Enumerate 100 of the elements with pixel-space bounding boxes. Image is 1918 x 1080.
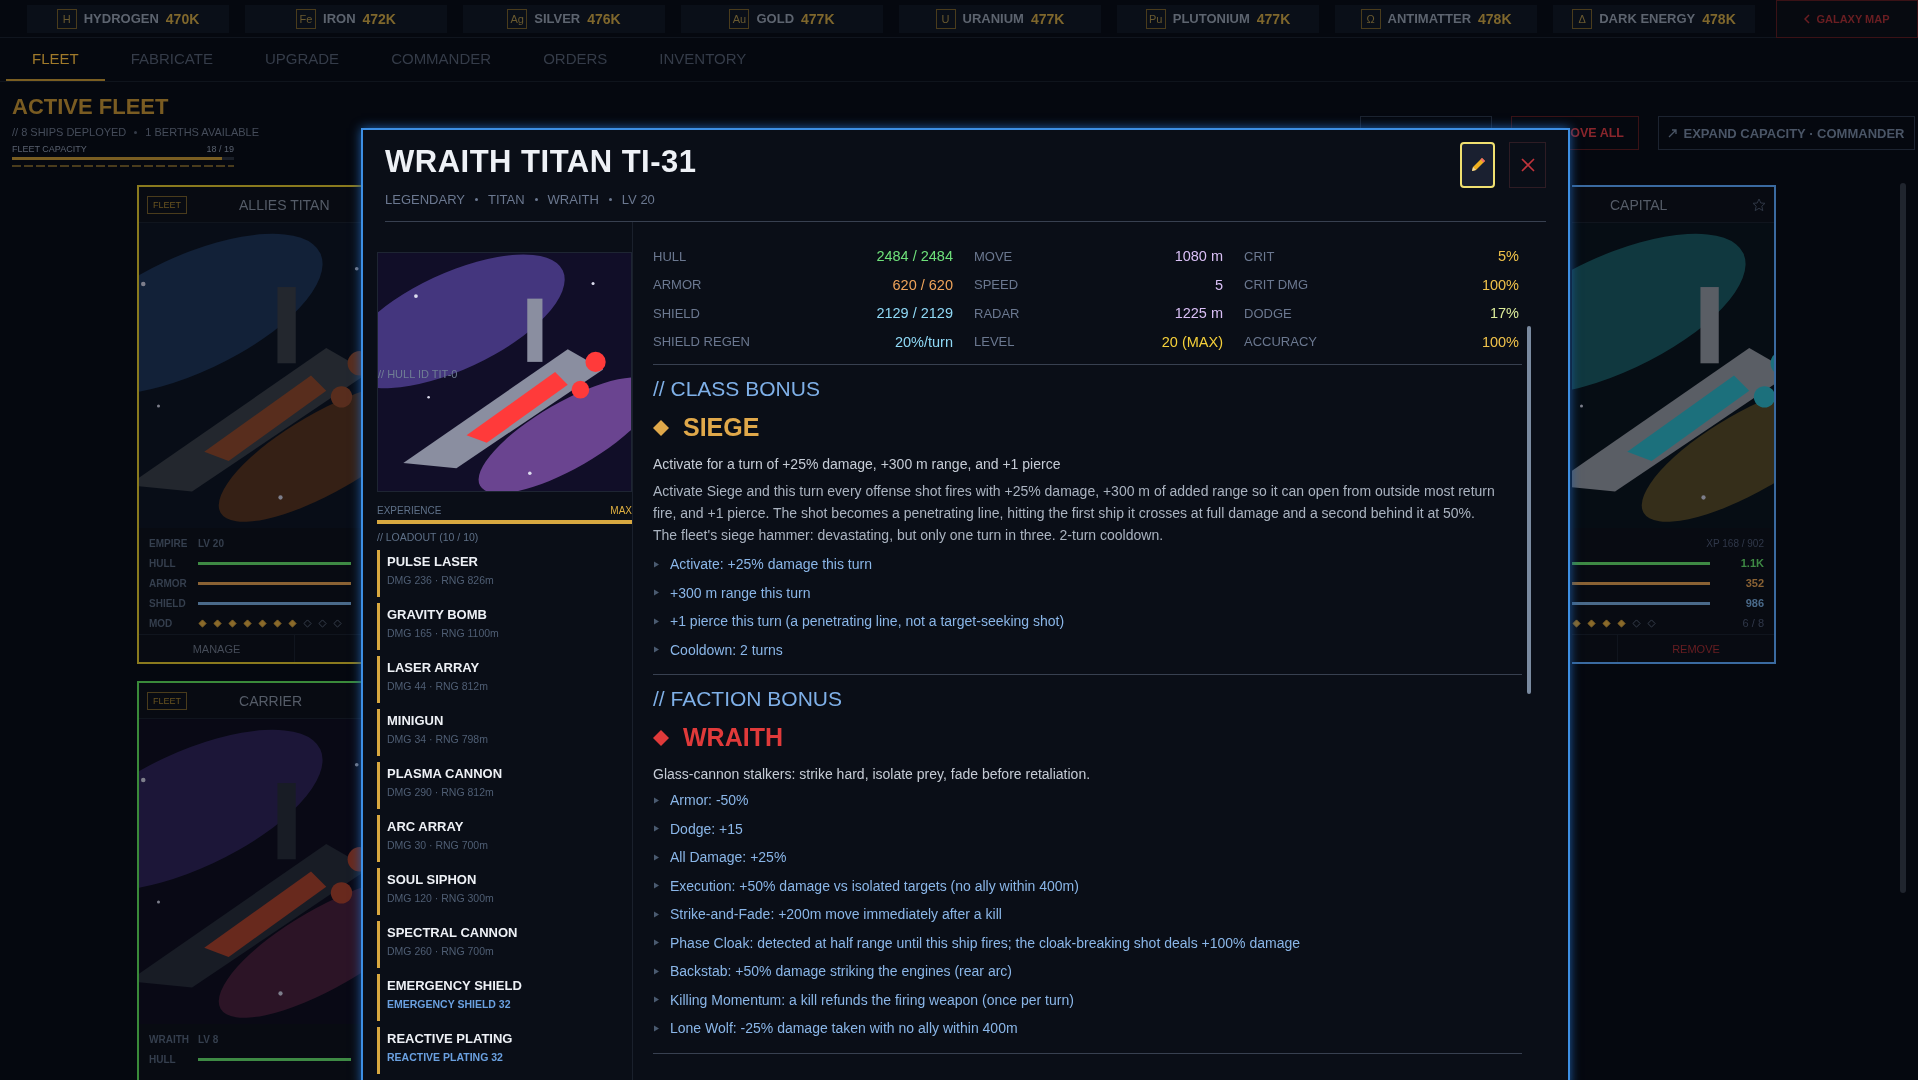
bonus-effect: Cooldown: 2 turns xyxy=(670,641,783,658)
ship-tag: LV 20 xyxy=(621,192,655,207)
stat-label: ARMOR xyxy=(653,277,702,293)
edit-button[interactable] xyxy=(1460,142,1495,188)
loadout-item[interactable]: GRAVITY BOMB DMG 165 · RNG 1100m xyxy=(377,603,632,650)
item-name: REACTIVE PLATING xyxy=(387,1031,514,1046)
loadout-item[interactable]: REACTIVE PLATING REACTIVE PLATING 32 xyxy=(377,1027,632,1074)
stat-value: 100% xyxy=(1481,276,1519,293)
dialog-title: WRAITH TITAN TI-31 xyxy=(385,144,697,180)
loadout-item[interactable]: EMERGENCY SHIELD EMERGENCY SHIELD 32 xyxy=(377,974,632,1021)
bonus-summary: Activate for a turn of +25% damage, +300 m range, and +1 pierce xyxy=(653,456,1062,472)
bullet-icon xyxy=(653,996,660,1004)
loadout-item[interactable]: PULSE LASER DMG 236 · RNG 826m xyxy=(377,550,632,597)
loadout-item[interactable]: LASER ARRAY DMG 44 · RNG 812m xyxy=(377,656,632,703)
bonus-summary: Glass-cannon stalkers: strike hard, isolate prey, fade before retaliation. xyxy=(653,766,1092,782)
stat-label: HULL xyxy=(149,557,177,569)
section-heading: // CLASS BONUS xyxy=(653,377,821,401)
star-icon[interactable] xyxy=(1752,197,1766,212)
loadout-item[interactable]: SPECTRAL CANNON DMG 260 · RNG 700m xyxy=(377,921,632,968)
item-name: PULSE LASER xyxy=(387,554,479,569)
resource-amount: 477K xyxy=(1030,10,1065,27)
close-button[interactable] xyxy=(1509,142,1546,188)
bonus-effect: Phase Cloak: detected at half range until this ship fires; the cloak-breaking shot deals +100% damage xyxy=(670,934,1300,951)
stat-value: 20 (MAX) xyxy=(1161,333,1223,350)
bullet-icon xyxy=(653,967,660,975)
element-symbol: H xyxy=(56,8,77,29)
bonus-effect: +300 m range this turn xyxy=(670,584,811,601)
ship-card[interactable]: FLEET ALLIES TITAN EMPIRE LV 20 HULL ARMOR SHIELD MOD MANAGE xyxy=(137,185,361,664)
item-detail: DMG 30 · RNG 700m xyxy=(387,839,489,851)
bonus-description: Activate Siege and this turn every offense shot fires with +25% damage, +300 m of added range so it can open from outside most return fire, and +1 pierce. The shot becomes a penetrating line, hitting the first ship it crosses at full damage and a second behind it at 50%. The fleet's siege hammer: devastating, but only one turn in three. 2-turn cooldown. xyxy=(653,482,1496,545)
faction-label: EMPIRE xyxy=(149,537,189,549)
bonus-name: WRAITH xyxy=(683,723,783,752)
stat-label: CRIT xyxy=(1244,248,1275,264)
ship-card[interactable]: FLEET CARRIER WRAITH LV 8 HULL xyxy=(137,681,361,1080)
loadout-item[interactable]: SOUL SIPHON DMG 120 · RNG 300m xyxy=(377,868,632,915)
item-detail: DMG 120 · RNG 300m xyxy=(387,892,495,904)
element-symbol: Pu xyxy=(1145,8,1166,29)
item-name: GRAVITY BOMB xyxy=(387,607,488,622)
item-name: MINIGUN xyxy=(387,713,445,728)
fleet-tag: FLEET xyxy=(147,691,187,710)
tab[interactable]: FLEET xyxy=(6,38,105,81)
scrollbar[interactable] xyxy=(1900,183,1906,893)
experience-reading: MAX xyxy=(610,505,632,516)
item-detail: DMG 236 · RNG 826m xyxy=(387,574,495,586)
stat-label: ARMOR xyxy=(149,577,188,589)
element-symbol: Au xyxy=(729,8,750,29)
stat-value: 986 xyxy=(1744,597,1764,609)
bonus-effect: All Damage: +25% xyxy=(670,849,787,866)
resource-name: PLUTONIUM xyxy=(1172,11,1250,26)
fleet-tag: FLEET xyxy=(147,195,187,214)
bullet-icon xyxy=(653,853,660,861)
bullet-icon xyxy=(653,825,660,833)
resource-amount: 477K xyxy=(1256,10,1291,27)
loadout-item[interactable]: MINIGUN DMG 34 · RNG 798m xyxy=(377,709,632,756)
element-symbol: Ag xyxy=(507,8,528,29)
expand-capacity-button[interactable]: EXPAND CAPACITY · COMMANDER xyxy=(1658,116,1915,150)
item-detail: DMG 290 · RNG 812m xyxy=(387,786,495,798)
stat-label: MOVE xyxy=(974,248,1013,264)
item-detail: EMERGENCY SHIELD 32 xyxy=(387,998,512,1010)
stat-label: SHIELD xyxy=(653,305,700,321)
stat-value: 620 / 620 xyxy=(892,276,953,293)
scrollbar[interactable] xyxy=(1527,326,1531,694)
stat-label: SHIELD xyxy=(149,597,187,609)
stat-value: 1225 m xyxy=(1174,305,1223,322)
arrow-up-right-icon xyxy=(1668,128,1678,138)
bullet-icon xyxy=(653,939,660,947)
stat-label: HULL xyxy=(149,1053,177,1065)
stat-value: 20%/turn xyxy=(894,333,953,350)
ship-tag: TITAN xyxy=(487,192,525,207)
bonus-name: SIEGE xyxy=(683,413,760,442)
stat-value: 2484 / 2484 xyxy=(876,248,953,265)
stat-label: LEVEL xyxy=(974,334,1015,350)
ship-name: CAPITAL xyxy=(1610,196,1668,213)
page-title: ACTIVE FLEET xyxy=(12,94,170,120)
item-name: ARC ARRAY xyxy=(387,819,465,834)
chevron-left-icon xyxy=(1804,13,1812,24)
berths-available: 1 BERTHS AVAILABLE xyxy=(145,126,260,138)
loadout-label: // LOADOUT (10 / 10) xyxy=(377,531,480,543)
resource-name: GOLD xyxy=(756,11,795,26)
stat-label: DODGE xyxy=(1244,305,1292,321)
stat-label: MOD xyxy=(149,617,174,629)
bullet-icon xyxy=(653,617,660,625)
item-detail: DMG 34 · RNG 798m xyxy=(387,733,489,745)
capacity-reading: 18 / 19 xyxy=(206,144,234,154)
bonus-effect: Execution: +50% damage vs isolated targets (no ally within 400m) xyxy=(670,877,1079,894)
bullet-icon xyxy=(653,1024,660,1032)
bonus-effect: Strike-and-Fade: +200m move immediately after a kill xyxy=(670,906,1002,923)
resource-name: URANIUM xyxy=(962,11,1024,26)
hull-id: // HULL ID TIT-0 xyxy=(378,368,458,380)
element-symbol: Ω xyxy=(1360,8,1381,29)
item-name: PLASMA CANNON xyxy=(387,766,504,781)
bullet-icon xyxy=(653,882,660,890)
experience-label: EXPERIENCE xyxy=(377,505,442,516)
loadout-item[interactable]: PLASMA CANNON DMG 290 · RNG 812m xyxy=(377,762,632,809)
ship-level: LV 20 xyxy=(198,537,224,549)
bonus-effect: Activate: +25% damage this turn xyxy=(670,556,872,573)
resource-amount: 478K xyxy=(1478,10,1512,27)
loadout-item[interactable]: ARC ARRAY DMG 30 · RNG 700m xyxy=(377,815,632,862)
element-symbol: U xyxy=(935,8,956,29)
resource-amount: 477K xyxy=(801,10,835,27)
